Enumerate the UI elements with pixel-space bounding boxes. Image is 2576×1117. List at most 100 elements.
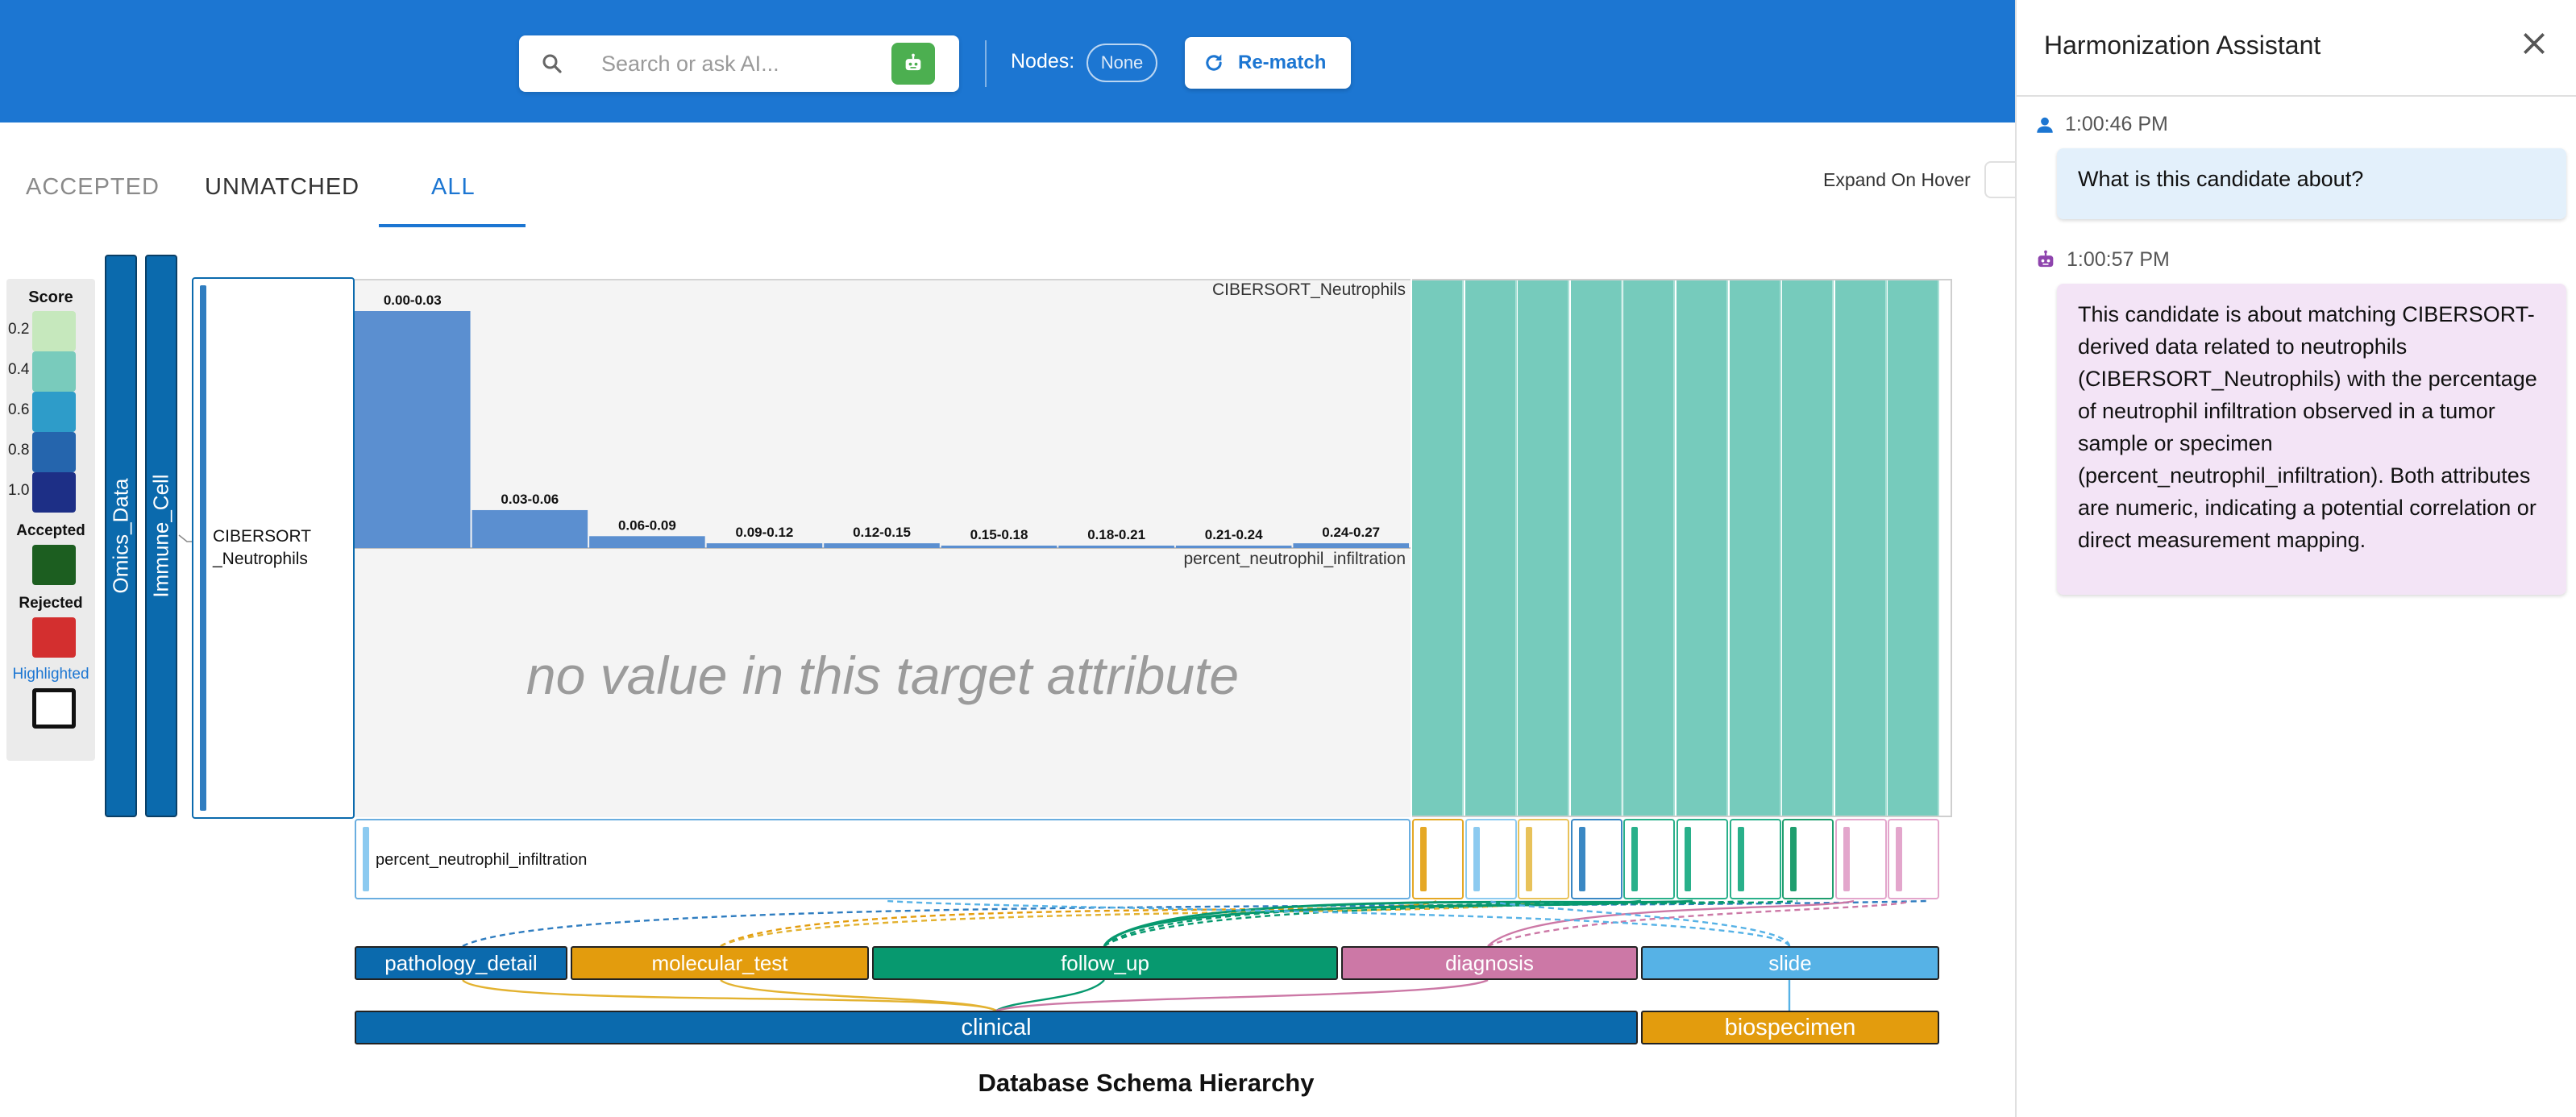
- expand-on-hover-toggle[interactable]: [1984, 161, 2017, 198]
- legend-label: 0.4: [8, 361, 30, 378]
- histogram-bar[interactable]: [941, 546, 1057, 548]
- source-attribute-node[interactable]: CIBERSORT _Neutrophils: [192, 277, 355, 819]
- target-attribute-node[interactable]: percent_neutrophil_infiltration: [355, 819, 1411, 899]
- legend-swatch: [32, 432, 76, 472]
- histogram-bar[interactable]: [472, 509, 588, 548]
- histogram-bin-label: 0.03-0.06: [501, 492, 559, 507]
- candidate-accent-bar: [1526, 827, 1533, 891]
- legend-row-0.8: 0.8: [6, 432, 95, 472]
- legend-swatch: [32, 392, 76, 432]
- hierarchy-label: Omics_Data: [108, 478, 133, 594]
- hierarchy-omics-data[interactable]: Omics_Data: [105, 255, 137, 817]
- toolbar-divider: [985, 40, 987, 87]
- histogram-bar[interactable]: [1293, 543, 1409, 548]
- schema-node-follow-up[interactable]: follow_up: [872, 946, 1338, 980]
- candidate-accent-bar: [1578, 827, 1585, 891]
- candidate-target-node[interactable]: [1518, 819, 1570, 899]
- legend-swatch: [32, 472, 76, 513]
- legend-rejected-label: Rejected: [19, 595, 83, 612]
- candidate-accent-bar: [1420, 827, 1427, 891]
- bot-message-bubble: This candidate is about matching CIBERSO…: [2057, 284, 2566, 595]
- refresh-icon: [1206, 54, 1222, 71]
- histogram-bar[interactable]: [589, 536, 705, 548]
- candidate-accent-bar: [1843, 827, 1850, 891]
- hierarchy-label: Immune_Cell: [148, 474, 173, 598]
- target-accent-bar: [363, 827, 369, 891]
- user-message-meta: 1:00:46 PM: [2034, 113, 2168, 136]
- histogram-chart: 0.00-0.03 0.03-0.06 0.06-0.09 0.09-0.12 0.12…: [355, 293, 1411, 549]
- legend-row-0.4: 0.4: [6, 351, 95, 392]
- user-message-bubble: What is this candidate about?: [2057, 148, 2566, 219]
- close-icon[interactable]: [2518, 27, 2550, 60]
- legend-label: 0.2: [8, 321, 30, 338]
- search-box[interactable]: [519, 35, 959, 92]
- search-icon: [542, 54, 562, 73]
- legend-rejected-swatch: [32, 617, 76, 658]
- source-accent-bar: [200, 285, 206, 811]
- view-tabs: ACCEPTED UNMATCHED ALL: [0, 150, 2015, 230]
- candidate-target-node[interactable]: [1782, 819, 1834, 899]
- active-tab-indicator: [379, 224, 526, 227]
- ask-ai-button[interactable]: [891, 43, 935, 85]
- histogram-bar[interactable]: [706, 543, 823, 548]
- expand-on-hover-label: Expand On Hover: [1823, 169, 1971, 190]
- candidate-target-node[interactable]: [1729, 819, 1781, 899]
- candidate-target-node[interactable]: [1570, 819, 1622, 899]
- assistant-title: Harmonization Assistant: [2044, 31, 2321, 60]
- histogram-bar[interactable]: [1058, 546, 1174, 548]
- legend-label: 0.8: [8, 442, 30, 459]
- legend-accepted-label: Accepted: [16, 522, 85, 539]
- histogram-target-title: percent_neutrophil_infiltration: [1183, 550, 1406, 568]
- legend-row-0.2: 0.2: [6, 311, 95, 351]
- candidate-target-node[interactable]: [1888, 819, 1940, 899]
- harmonization-assistant-panel: Harmonization Assistant 1:00:46 PM What …: [2015, 0, 2576, 1117]
- rematch-label: Re-match: [1238, 52, 1327, 73]
- nodes-label: Nodes:: [1011, 50, 1075, 73]
- score-legend: Score 0.2 0.4 0.6 0.8 1.0 Accepted Rejec…: [6, 279, 95, 761]
- candidate-target-node[interactable]: [1623, 819, 1676, 899]
- candidate-target-node[interactable]: [1412, 819, 1464, 899]
- tab-all[interactable]: ALL: [431, 174, 476, 201]
- top-toolbar: Nodes: None Re-match: [0, 0, 2015, 122]
- source-attribute-label: CIBERSORT _Neutrophils: [213, 527, 312, 568]
- candidate-frame: [1412, 279, 1952, 817]
- legend-row-1.0: 1.0: [6, 472, 95, 513]
- rematch-button[interactable]: Re-match: [1185, 37, 1351, 89]
- schema-group-clinical[interactable]: clinical: [355, 1011, 1638, 1044]
- legend-swatch: [32, 311, 76, 351]
- target-attribute-label: percent_neutrophil_infiltration: [376, 851, 588, 869]
- schema-title: Database Schema Hierarchy: [978, 1069, 1315, 1097]
- hierarchy-immune-cell[interactable]: Immune_Cell: [145, 255, 177, 817]
- legend-title: Score: [28, 289, 73, 306]
- empty-target-message: no value in this target attribute: [526, 646, 1240, 705]
- tab-unmatched[interactable]: UNMATCHED: [205, 174, 359, 201]
- histogram-bar[interactable]: [824, 543, 940, 548]
- legend-highlighted-swatch: [32, 688, 76, 729]
- tab-accepted[interactable]: ACCEPTED: [26, 174, 160, 201]
- histogram-bar[interactable]: [355, 311, 471, 548]
- candidate-target-node[interactable]: [1676, 819, 1728, 899]
- user-icon: [2037, 117, 2053, 133]
- user-message-time: 1:00:46 PM: [2065, 113, 2168, 135]
- candidate-accent-bar: [1737, 827, 1744, 891]
- histogram-bin-label: 0.15-0.18: [970, 527, 1028, 542]
- schema-group-biospecimen[interactable]: biospecimen: [1641, 1011, 1939, 1044]
- candidate-target-node[interactable]: [1465, 819, 1517, 899]
- histogram-bar[interactable]: [1175, 546, 1292, 548]
- bot-message-meta: 1:00:57 PM: [2034, 248, 2170, 272]
- legend-label: 0.6: [8, 401, 30, 418]
- legend-swatch: [32, 351, 76, 392]
- schema-node-diagnosis[interactable]: diagnosis: [1341, 946, 1638, 980]
- candidate-accent-bar: [1473, 827, 1480, 891]
- nodes-chip[interactable]: None: [1086, 44, 1157, 82]
- legend-highlighted-label: Highlighted: [12, 666, 89, 683]
- candidate-target-node[interactable]: [1834, 819, 1887, 899]
- histogram-bin-label: 0.06-0.09: [618, 517, 676, 533]
- schema-node-pathology-detail[interactable]: pathology_detail: [355, 946, 567, 980]
- search-input[interactable]: [601, 50, 859, 77]
- candidate-accent-bar: [1685, 827, 1691, 891]
- histogram-bin-label: 0.00-0.03: [384, 293, 442, 308]
- robot-icon: [905, 53, 921, 71]
- schema-node-slide[interactable]: slide: [1641, 946, 1939, 980]
- schema-node-molecular-test[interactable]: molecular_test: [571, 946, 869, 980]
